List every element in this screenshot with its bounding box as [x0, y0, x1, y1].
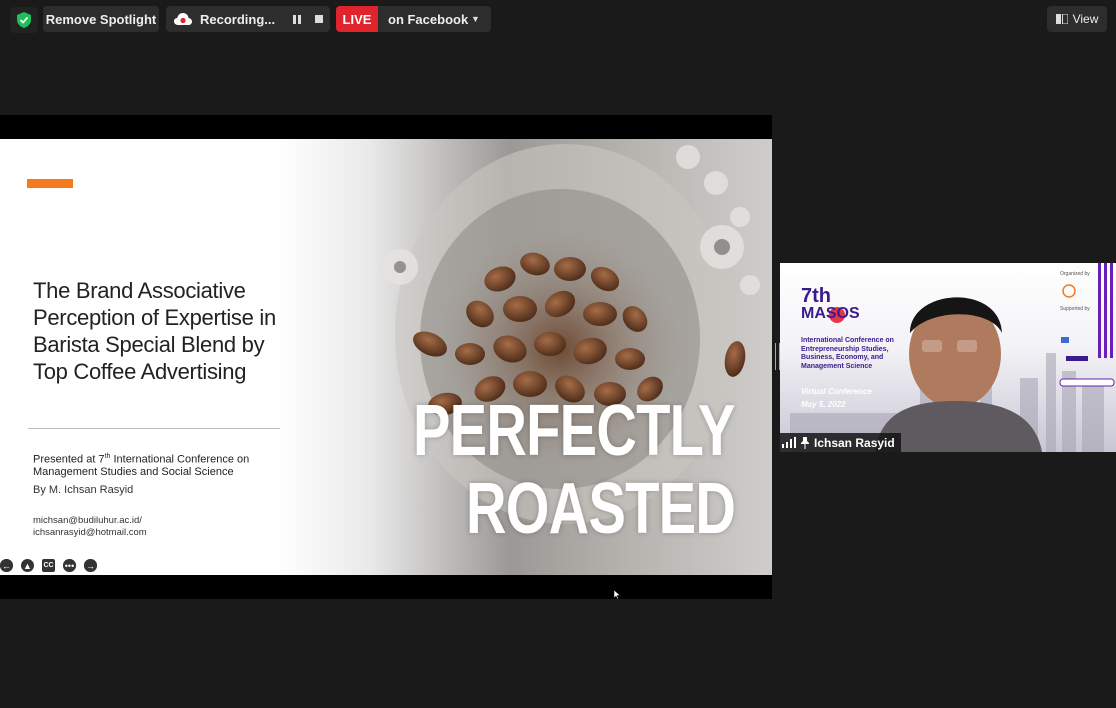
presented-at-text: Presented at 7th International Conferenc…: [33, 451, 293, 478]
pause-recording-button[interactable]: [286, 8, 308, 30]
email-2: ichsanrasyid@hotmail.com: [33, 527, 147, 538]
shield-icon: [17, 12, 31, 28]
presented-prefix: Presented at 7: [33, 453, 105, 466]
stop-recording-button[interactable]: [308, 8, 330, 30]
live-target-label: on Facebook: [388, 11, 469, 27]
email-1: michsan@budiluhur.ac.id/: [33, 515, 142, 526]
masos-virtual: Virtual Conference: [801, 387, 872, 396]
participant-name: Ichsan Rasyid: [814, 435, 895, 450]
recording-label: Recording...: [200, 11, 276, 27]
presentation-slide: The Brand Associative Perception of Expe…: [0, 139, 772, 575]
big-text-roasted: ROASTED: [466, 469, 736, 549]
accent-bar: [27, 179, 73, 188]
live-badge: LIVE: [336, 6, 378, 32]
slide-title: The Brand Associative Perception of Expe…: [33, 278, 276, 384]
prev-icon: ←: [0, 559, 13, 572]
captions-icon: CC: [42, 559, 55, 572]
live-stream-dropdown[interactable]: LIVE on Facebook ▼: [336, 6, 491, 32]
slide-controls: ← ▲ CC ••• →: [0, 559, 97, 572]
author-text: By M. Ichsan Rasyid: [33, 484, 134, 496]
title-divider: [28, 428, 280, 429]
recording-indicator: Recording...: [166, 6, 330, 32]
view-label: View: [1072, 12, 1099, 26]
security-shield-button[interactable]: [10, 7, 38, 33]
masos-description: International Conference on Entrepreneur…: [801, 337, 894, 370]
pause-icon: [293, 14, 301, 24]
cloud-recording-icon: [174, 13, 192, 25]
big-text-perfectly: PERFECTLY: [413, 391, 735, 471]
participant-video[interactable]: 7th MASOS International Conference on En…: [780, 263, 1116, 452]
pin-icon: [801, 436, 809, 449]
view-layout-icon: [1055, 14, 1068, 24]
pen-tool-button[interactable]: ▲: [21, 559, 34, 572]
supported-by-label: Supported by: [1060, 306, 1090, 312]
more-options-button[interactable]: •••: [63, 559, 76, 572]
masos-date: May 5, 2022: [801, 400, 846, 409]
signal-strength-icon: [782, 437, 796, 448]
remove-spotlight-label: Remove Spotlight: [45, 11, 157, 27]
stop-icon: [315, 15, 323, 23]
prev-slide-button[interactable]: ←: [0, 559, 13, 572]
mouse-cursor-icon: [614, 590, 620, 599]
captions-button[interactable]: CC: [42, 559, 55, 572]
chevron-down-icon: ▼: [471, 14, 480, 24]
pen-icon: ▲: [21, 559, 34, 572]
organized-by-label: Organized by: [1060, 271, 1090, 277]
participant-name-tag: Ichsan Rasyid: [780, 433, 901, 452]
view-button[interactable]: View: [1047, 6, 1107, 32]
next-icon: →: [84, 559, 97, 572]
remove-spotlight-button[interactable]: Remove Spotlight: [43, 6, 159, 32]
next-slide-button[interactable]: →: [84, 559, 97, 572]
masos-title: MASOS: [801, 305, 860, 322]
more-icon: •••: [63, 559, 76, 572]
